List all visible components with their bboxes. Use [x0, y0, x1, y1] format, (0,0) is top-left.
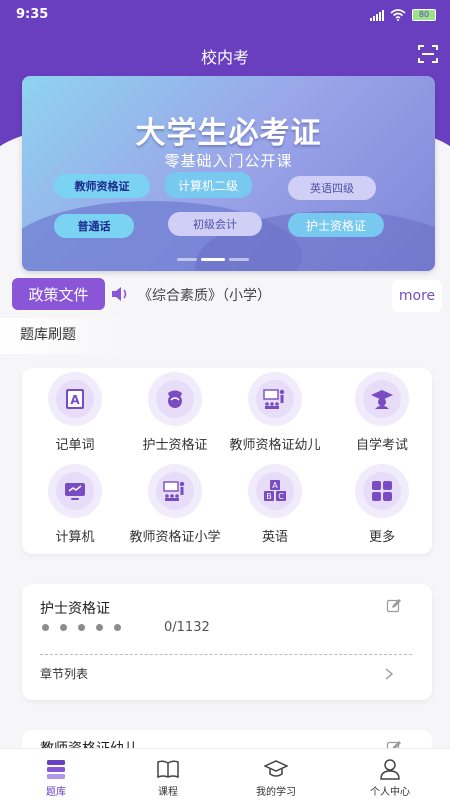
study-card-title: 护士资格证 [40, 601, 110, 617]
grid-item-nurse[interactable]: 护士资格证 [120, 372, 230, 453]
svg-text:A: A [70, 393, 80, 407]
chevron-right-icon[interactable] [384, 668, 394, 680]
progress-count: 0/1132 [164, 620, 210, 635]
battery-icon: 80 [412, 9, 436, 21]
grid-item-computer[interactable]: 计算机 [20, 464, 130, 545]
promo-banner[interactable]: 大学生必考证 零基础入门公开课 教师资格证 计算机二级 英语四级 普通话 初级会… [22, 76, 435, 271]
grid-item-teacher-primary[interactable]: 教师资格证小学 [120, 464, 230, 545]
grid-label: 英语 [261, 530, 288, 545]
banner-tag: 护士资格证 [288, 213, 384, 237]
more-button[interactable]: more [392, 280, 442, 312]
grid-label: 护士资格证 [142, 438, 208, 453]
grid-label: 计算机 [55, 530, 95, 545]
status-bar: 9:35 80 [0, 0, 450, 32]
classroom-icon [163, 481, 185, 501]
graduation-cap-icon [264, 760, 288, 777]
policy-tag[interactable]: 政策文件 [12, 278, 105, 310]
user-icon [380, 759, 400, 780]
signal-icon [370, 9, 384, 21]
svg-text:C: C [278, 492, 284, 501]
tab-label: 个人中心 [370, 787, 410, 798]
grid-item-teacher-kindergarten[interactable]: 教师资格证幼儿 [220, 372, 330, 453]
teacher-board-icon [263, 389, 285, 409]
grid-item-vocabulary[interactable]: A 记单词 [20, 372, 130, 453]
question-bank-icon [47, 760, 65, 779]
graduation-cap-icon [371, 390, 393, 409]
banner-tag: 教师资格证 [54, 174, 150, 198]
notice-text[interactable]: 《综合素质》（小学） [138, 285, 271, 305]
progress-dots [42, 624, 121, 631]
tab-question-bank[interactable]: 题库 [0, 749, 112, 800]
grid-label: 自学考试 [355, 438, 408, 453]
tab-profile[interactable]: 个人中心 [334, 749, 446, 800]
tab-label: 题库 [46, 787, 66, 798]
grid-item-more[interactable]: 更多 [327, 464, 437, 545]
svg-text:B: B [266, 492, 272, 501]
open-book-icon [157, 760, 179, 779]
tab-label: 我的学习 [256, 787, 296, 798]
grid-label: 记单词 [55, 438, 95, 453]
category-grid: A 记单词 护士资格证 教师资格证幼儿 自学考试 计算机 教师资格证小学 A B… [22, 368, 432, 554]
bottom-tab-bar: 题库 课程 我的学习 个人中心 [0, 748, 450, 800]
grid-item-english[interactable]: A B C 英语 [220, 464, 330, 545]
grid-item-self-study-exam[interactable]: 自学考试 [327, 372, 437, 453]
banner-tag: 初级会计 [168, 212, 262, 236]
abc-blocks-icon: A B C [264, 480, 286, 501]
letter-a-icon: A [66, 389, 84, 409]
tab-label: 课程 [158, 787, 178, 798]
study-card[interactable]: 护士资格证 0/1132 章节列表 [22, 584, 432, 700]
tab-my-learning[interactable]: 我的学习 [220, 749, 332, 800]
divider [40, 654, 412, 655]
page-title: 校内考 [200, 48, 249, 67]
section-bar [0, 322, 4, 346]
carousel-indicator [177, 258, 249, 261]
grid-label: 教师资格证小学 [129, 530, 221, 545]
notice-bar: 政策文件 《综合素质》（小学） more [12, 278, 442, 312]
svg-text:A: A [272, 481, 278, 490]
banner-tag: 英语四级 [288, 176, 376, 200]
wifi-icon [390, 9, 406, 21]
grid-label: 更多 [368, 530, 395, 545]
tab-courses[interactable]: 课程 [112, 749, 224, 800]
banner-tag: 计算机二级 [164, 172, 252, 198]
speaker-icon [112, 287, 127, 301]
status-icons: 80 [370, 9, 436, 21]
banner-subtitle: 零基础入门公开课 [164, 152, 293, 170]
title-bar: 校内考 [0, 36, 450, 72]
banner-tag: 普通话 [54, 214, 134, 238]
edit-icon[interactable] [386, 598, 402, 614]
nurse-icon [168, 390, 182, 408]
chapter-list-link[interactable]: 章节列表 [40, 665, 88, 682]
status-time: 9:35 [16, 7, 49, 22]
banner-title: 大学生必考证 [135, 116, 322, 151]
computer-icon [65, 483, 85, 500]
grid-more-icon [372, 481, 392, 501]
section-title: 题库刷题 [20, 327, 76, 343]
grid-label: 教师资格证幼儿 [229, 438, 321, 453]
scan-icon[interactable] [416, 42, 440, 66]
